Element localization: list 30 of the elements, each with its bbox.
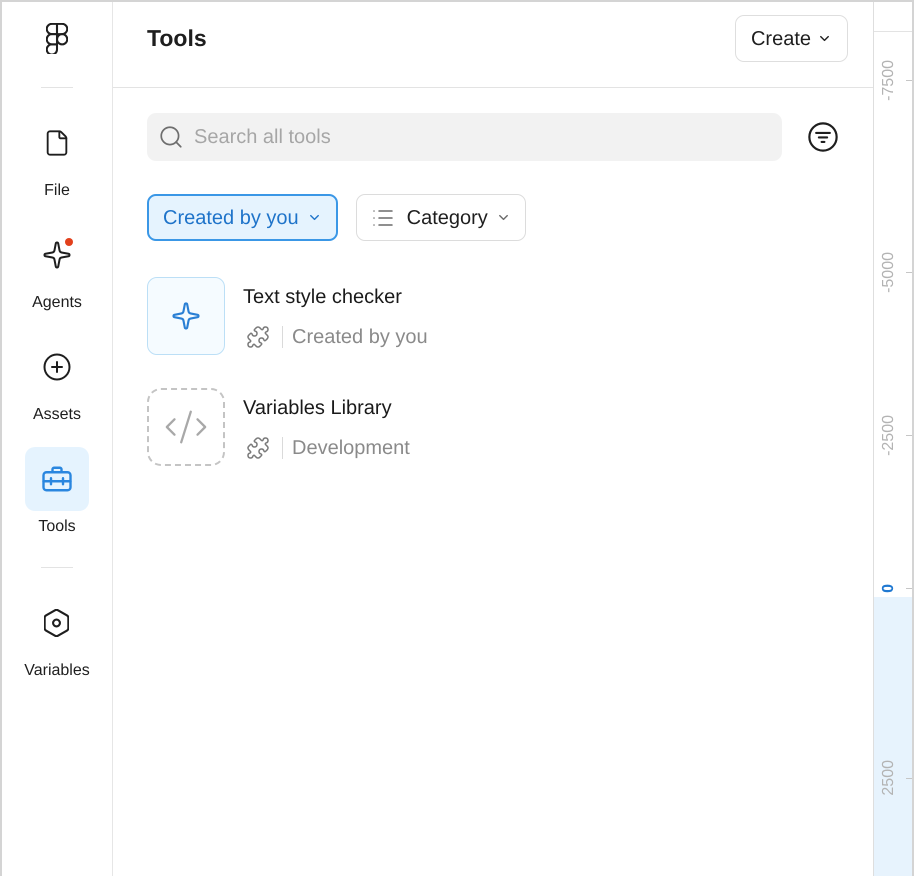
filter-chip[interactable]: Category <box>356 194 526 241</box>
sparkle-icon <box>147 277 225 355</box>
tool-category: Development <box>292 436 410 461</box>
sidebar-tab[interactable]: Assets <box>25 335 89 425</box>
search-field[interactable]: Search all tools <box>147 113 782 161</box>
filter-button[interactable] <box>808 122 838 152</box>
filter-chip[interactable]: Created by you <box>147 194 338 241</box>
plus-circle-icon <box>42 352 72 382</box>
ruler-label: 2500 <box>879 760 898 796</box>
sidebar-tab[interactable]: Agents <box>25 223 89 313</box>
panel-title: Tools <box>147 24 207 53</box>
hexagon-icon <box>44 609 70 637</box>
code-icon <box>147 388 225 466</box>
toolbox-icon <box>42 466 72 492</box>
sparkle-icon <box>42 240 72 270</box>
tool-name[interactable]: Variables Library <box>243 395 410 421</box>
logo-icon[interactable] <box>46 23 68 54</box>
plugin-icon <box>246 325 270 349</box>
filter-icon <box>808 122 838 152</box>
plugin-icon <box>246 436 270 460</box>
ruler-label: -2500 <box>879 415 898 456</box>
search-icon <box>158 124 184 150</box>
tool-category: Created by you <box>292 325 428 350</box>
ruler-label: 0 <box>879 584 898 593</box>
ruler-label: -7500 <box>879 60 898 101</box>
create-button[interactable]: Create <box>734 15 848 62</box>
sidebar-tab[interactable]: File <box>25 111 89 201</box>
tool-name[interactable]: Text style checker <box>243 284 428 310</box>
ruler-label: -5000 <box>879 252 898 293</box>
sidebar-tab[interactable]: Variables <box>24 591 90 681</box>
